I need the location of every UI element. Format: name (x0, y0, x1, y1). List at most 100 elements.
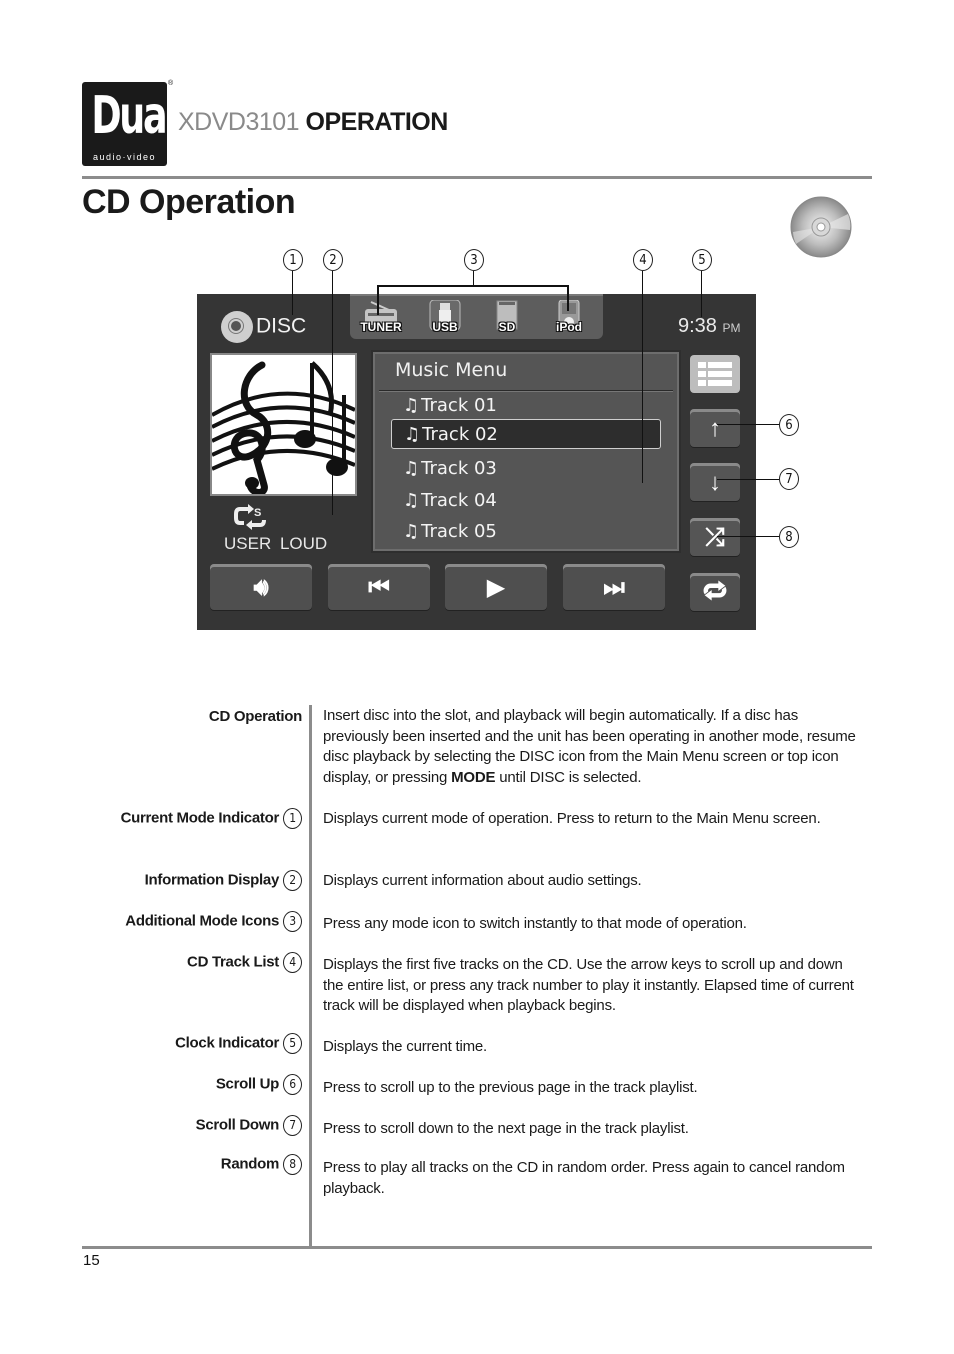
track-item[interactable]: ♫ Track 03 (403, 454, 497, 484)
track-label: Track 03 (421, 458, 497, 479)
desc-information-display: Displays current information about audio… (323, 872, 642, 889)
information-display: USER LOUD (224, 534, 328, 553)
mode-icon-ipod[interactable]: iPod (546, 299, 592, 336)
music-note-icon: ♫ (404, 424, 421, 445)
mode-icon-sd[interactable]: SD (484, 300, 530, 336)
callout-badge: 6 (283, 1074, 302, 1095)
callout-7-line (717, 479, 779, 480)
callout-7: 7 (779, 468, 799, 490)
desc-random: Press to play all tracks on the CD in ra… (323, 1159, 845, 1197)
section-name: OPERATION (305, 108, 449, 136)
callout-5: 5 (692, 249, 712, 271)
term-label: Current Mode Indicator (120, 809, 280, 827)
term-additional-mode-icons: Additional Mode Icons 3 (125, 911, 302, 932)
mode-label-ipod: iPod (556, 320, 582, 334)
callout-8-line (717, 536, 779, 537)
play-icon: ▶︎ (486, 574, 506, 601)
logo-brand: Dual (91, 86, 177, 146)
callout-1: 1 (283, 249, 303, 271)
user-eq-icon: S (234, 504, 268, 536)
callout-badge: 1 (283, 808, 302, 829)
term-current-mode-indicator: Current Mode Indicator 1 (121, 808, 302, 829)
callout-3-bracket-right (567, 285, 569, 311)
callout-8: 8 (779, 526, 799, 548)
callout-5-line (701, 271, 702, 317)
desc-scroll-down: Press to scroll down to the next page in… (323, 1120, 689, 1137)
callout-1-line (292, 271, 293, 315)
callout-badge: 5 (283, 1033, 302, 1054)
repeat-button[interactable]: 🔁︎ (690, 573, 740, 611)
mode-icon-tuner[interactable]: TUNER (358, 300, 404, 336)
term-random: Random 8 (221, 1154, 302, 1175)
callout-3-line (473, 271, 474, 285)
list-view-button[interactable] (690, 355, 740, 393)
dual-logo: Dual audio·video (82, 82, 178, 166)
page-number: 15 (83, 1252, 100, 1269)
music-note-icon: ♫ (403, 521, 420, 542)
device-screen: DISC TUNER USB SD iPod 9:38 PM S USER LO… (197, 294, 756, 630)
term-label: Random (220, 1155, 280, 1173)
term-label: CD Operation (208, 708, 302, 725)
term-information-display: Information Display 2 (145, 870, 302, 891)
previous-track-button[interactable]: ⏮︎ (328, 564, 430, 610)
current-mode-indicator[interactable]: DISC (221, 311, 306, 343)
model-number: XDVD3101 (178, 108, 300, 136)
music-notes-image (212, 361, 355, 494)
volume-button[interactable]: 🔊︎ (210, 564, 312, 610)
mode-label-usb: USB (432, 320, 458, 334)
track-label: Track 02 (422, 424, 498, 445)
svg-text:S: S (254, 507, 261, 519)
scroll-down-button[interactable]: ↓ (690, 463, 740, 501)
track-item[interactable]: ♫ Track 01 (403, 391, 497, 421)
music-note-icon: ♫ (403, 395, 420, 416)
term-scroll-up: Scroll Up 6 (216, 1074, 302, 1095)
shuffle-icon: ⤮ (705, 524, 725, 551)
random-button[interactable]: ⤮ (690, 518, 740, 556)
term-clock-indicator: Clock Indicator 5 (175, 1033, 302, 1054)
callout-badge: 8 (283, 1154, 302, 1175)
callout-4-line (642, 271, 643, 483)
next-track-button[interactable]: ⏭︎ (563, 564, 665, 610)
track-item[interactable]: ♫ Track 05 (403, 517, 497, 547)
desc-scroll-up: Press to scroll up to the previous page … (323, 1079, 698, 1096)
callout-badge: 7 (283, 1115, 302, 1136)
desc-cd-operation: Insert disc into the slot, and playback … (323, 706, 858, 788)
registered-mark: ® (168, 80, 174, 87)
callout-3: 3 (464, 249, 484, 271)
callout-6: 6 (779, 414, 799, 436)
logo-tagline: audio·video (92, 152, 157, 162)
clock-indicator: 9:38 PM (678, 315, 741, 338)
header-rule (82, 176, 872, 179)
term-cd-operation: CD Operation (209, 708, 302, 725)
callout-2: 2 (323, 249, 343, 271)
speaker-icon: 🔊︎ (253, 574, 269, 601)
disc-icon (221, 311, 253, 343)
album-art (210, 353, 357, 496)
desc-clock-indicator: Displays the current time. (323, 1038, 488, 1055)
term-label: Scroll Down (195, 1116, 280, 1134)
mode-icon-usb[interactable]: USB (422, 299, 468, 336)
clock-ampm: PM (722, 321, 741, 335)
track-item-selected[interactable]: ♫ Track 02 (391, 419, 661, 449)
term-label: CD Track List (187, 953, 279, 971)
skip-forward-icon: ⏭︎ (603, 574, 625, 601)
music-note-icon: ♫ (403, 490, 420, 511)
mode-label-sd: SD (498, 320, 516, 334)
music-note-icon: ♫ (403, 458, 420, 479)
mode-label-tuner: TUNER (360, 320, 402, 334)
desc-cd-track-list: Displays the first five tracks on the CD… (323, 956, 854, 1014)
track-item[interactable]: ♫ Track 04 (403, 486, 497, 516)
repeat-icon: 🔁︎ (703, 579, 727, 606)
scroll-up-button[interactable]: ↑ (690, 409, 740, 447)
desc-additional-mode-icons: Press any mode icon to switch instantly … (323, 915, 747, 932)
table-divider (309, 705, 312, 1248)
list-icon (698, 362, 732, 386)
desc-text: until DISC is selected. (495, 768, 642, 786)
callout-badge: 3 (283, 911, 302, 932)
play-button[interactable]: ▶︎ (445, 564, 547, 610)
clock-time: 9:38 (678, 315, 717, 337)
callout-badge: 2 (283, 870, 302, 891)
desc-current-mode-indicator: Displays current mode of operation. Pres… (323, 810, 821, 827)
callout-3-bracket (377, 285, 569, 287)
track-label: Track 05 (421, 521, 497, 542)
